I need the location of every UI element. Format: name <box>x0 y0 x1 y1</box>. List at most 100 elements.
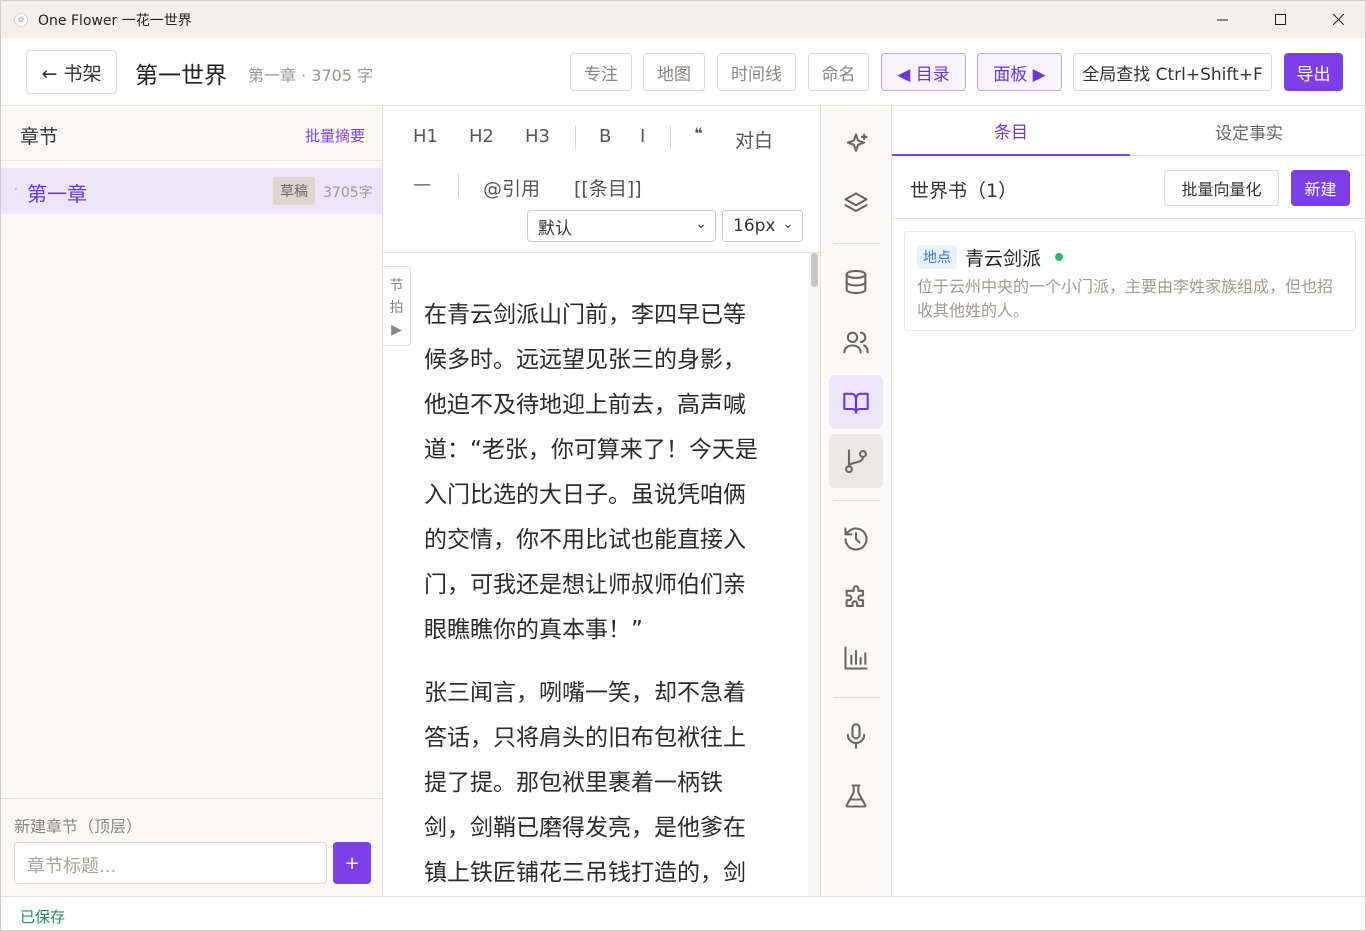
flask-icon[interactable] <box>829 769 883 823</box>
font-size-value: 16px <box>733 216 776 236</box>
batch-vectorize-button[interactable]: 批量向量化 <box>1164 170 1279 206</box>
editor-scrollbar[interactable] <box>808 253 820 896</box>
text-line: 剑，剑鞘已磨得发亮，是他爹在 <box>424 815 746 841</box>
editor-paragraph: 在青云剑派山门前，李四早已等 候多时。远远望见张三的身影， 他迫不及待地迎上前去… <box>424 293 774 653</box>
heading2-button[interactable]: H2 <box>469 126 494 147</box>
new-entry-button[interactable]: 新建 <box>1291 170 1350 206</box>
git-branch-icon[interactable] <box>829 434 883 488</box>
toolbar-divider <box>458 173 459 197</box>
tab-entries[interactable]: 条目 <box>892 106 1130 156</box>
focus-button[interactable]: 专注 <box>570 53 632 91</box>
entry-link-button[interactable]: [[条目]] <box>574 174 642 201</box>
heading3-button[interactable]: H3 <box>525 126 550 147</box>
cite-button[interactable]: @引用 <box>483 174 540 201</box>
chapter-sidebar-header: 章节 批量摘要 <box>1 106 382 161</box>
tab-facts[interactable]: 设定事实 <box>1130 106 1365 156</box>
text-line: 在青云剑派山门前，李四早已等 <box>424 302 746 328</box>
toolbar-divider <box>575 125 576 149</box>
font-family-select[interactable]: 默认 ⌄ <box>527 210 716 242</box>
text-line: 道：“老张，你可算来了！今天是 <box>424 437 758 463</box>
naming-button[interactable]: 命名 <box>808 53 869 91</box>
rail-divider <box>833 243 880 244</box>
book-title: 第一世界 <box>135 63 227 89</box>
chevron-down-icon: ⌄ <box>782 216 794 232</box>
text-line: 他迫不及待地迎上前去，高声喊 <box>424 392 746 418</box>
batch-summary-link[interactable]: 批量摘要 <box>305 125 365 146</box>
maximize-icon <box>1274 14 1286 25</box>
text-line: 答话，只将肩头的旧布包袱往上 <box>424 725 746 751</box>
map-button[interactable]: 地图 <box>643 53 705 91</box>
horizontal-rule-button[interactable]: — <box>413 174 431 195</box>
status-bar: 已保存 <box>1 896 1365 930</box>
app-logo-icon: ✿ <box>14 12 28 27</box>
close-button[interactable] <box>1309 1 1365 38</box>
rail-divider <box>833 697 880 698</box>
microphone-icon[interactable] <box>829 709 883 763</box>
quote-button[interactable]: ❝ <box>694 124 703 143</box>
text-line: 入门比选的大日子。虽说凭咱俩 <box>424 482 746 508</box>
chapter-bullet-icon: · <box>14 182 18 196</box>
rail-divider <box>833 500 880 501</box>
text-line: 门，可我还是想让师叔师伯们亲 <box>424 572 746 598</box>
bar-chart-icon[interactable] <box>829 631 883 685</box>
minimize-icon <box>1216 19 1228 21</box>
users-icon[interactable] <box>829 315 883 369</box>
window-title: One Flower 一花一世界 <box>38 12 192 29</box>
tool-rail <box>821 106 892 896</box>
global-search-button[interactable]: 全局查找 Ctrl+Shift+F <box>1073 53 1272 91</box>
minimize-button[interactable] <box>1193 1 1251 38</box>
panel-tabs: 条目 设定事实 <box>892 106 1365 156</box>
text-line: 候多时。远远望见张三的身影， <box>424 347 746 373</box>
entry-status-dot <box>1055 253 1063 261</box>
chapter-name: 第一章 <box>27 182 87 206</box>
app-window: ✿ One Flower 一花一世界 ← 书架 第一世界 第一章 · 3705 … <box>0 0 1366 931</box>
layers-icon[interactable] <box>829 177 883 231</box>
entry-type-tag: 地点 <box>917 245 957 269</box>
title-bar: ✿ One Flower 一花一世界 <box>1 1 1365 38</box>
beat-panel-tab[interactable]: 节 拍 ▶ <box>383 266 411 346</box>
sparkles-icon[interactable] <box>829 118 883 172</box>
beat-tab-char: 拍 <box>389 300 404 316</box>
text-line: 提了提。那包袱里裹着一柄铁 <box>424 770 723 796</box>
chapter-title-input[interactable]: 章节标题... <box>14 842 327 884</box>
dialogue-button[interactable]: 对白 <box>735 126 773 153</box>
editor-pane: H1 H2 H3 B I ❝ 对白 — @引用 [[条目]] 默认 ⌄ 16px… <box>383 106 821 896</box>
text-line: 眼瞧瞧你的真本事！” <box>424 617 643 643</box>
back-to-bookshelf-button[interactable]: ← 书架 <box>26 50 117 94</box>
italic-button[interactable]: I <box>640 126 645 147</box>
heading1-button[interactable]: H1 <box>413 126 438 147</box>
history-icon[interactable] <box>829 512 883 566</box>
editor-content[interactable]: 在青云剑派山门前，李四早已等 候多时。远远望见张三的身影， 他迫不及待地迎上前去… <box>424 293 774 914</box>
maximize-button[interactable] <box>1251 1 1309 38</box>
text-line: 镇上铁匠铺花三吊钱打造的，剑 <box>424 860 746 886</box>
toc-toggle-button[interactable]: ◀ 目录 <box>881 53 966 91</box>
book-open-icon[interactable] <box>829 375 883 429</box>
entry-name: 青云剑派 <box>965 248 1042 270</box>
database-icon[interactable] <box>829 255 883 309</box>
font-size-select[interactable]: 16px ⌄ <box>722 210 803 242</box>
world-panel: 条目 设定事实 世界书（1） 批量向量化 新建 地点 青云剑派 位于云州中央的一… <box>892 106 1365 896</box>
format-toolbar: H1 H2 H3 B I ❝ 对白 — @引用 [[条目]] 默认 ⌄ 16px… <box>383 106 820 253</box>
bold-button[interactable]: B <box>599 126 611 147</box>
editor-paragraph: 张三闻言，咧嘴一笑，却不急着 答话，只将肩头的旧布包袱往上 提了提。那包袱里裹着… <box>424 671 774 896</box>
chapter-status-badge: 草稿 <box>273 177 315 205</box>
puzzle-icon[interactable] <box>829 572 883 626</box>
panel-toggle-button[interactable]: 面板 ▶ <box>977 53 1062 91</box>
scrollbar-thumb[interactable] <box>811 253 818 287</box>
beat-tab-char: 节 <box>389 278 404 294</box>
chapter-list-item[interactable]: · 第一章 草稿 3705字 <box>1 168 382 214</box>
add-chapter-button[interactable]: + <box>333 842 371 884</box>
chapter-sidebar: 章节 批量摘要 · 第一章 草稿 3705字 新建章节（顶层） 章节标题... … <box>1 106 383 896</box>
export-button[interactable]: 导出 <box>1284 53 1343 91</box>
text-line: 张三闻言，咧嘴一笑，却不急着 <box>424 680 746 706</box>
worldbook-title: 世界书（1） <box>910 180 1018 202</box>
new-chapter-label: 新建章节（顶层） <box>14 817 143 836</box>
entry-description: 位于云州中央的一个小门派，主要由李姓家族组成，但也招收其他姓的人。 <box>917 277 1334 320</box>
chapter-sidebar-title: 章节 <box>20 126 59 148</box>
chapter-word-count: 3705字 <box>323 185 373 201</box>
chevron-down-icon: ⌄ <box>695 216 707 232</box>
toolbar-divider <box>670 125 671 149</box>
worldbook-header: 世界书（1） 批量向量化 新建 <box>892 156 1365 219</box>
worldbook-entry-card[interactable]: 地点 青云剑派 位于云州中央的一个小门派，主要由李姓家族组成，但也招收其他姓的人… <box>904 231 1356 331</box>
timeline-button[interactable]: 时间线 <box>717 53 796 91</box>
